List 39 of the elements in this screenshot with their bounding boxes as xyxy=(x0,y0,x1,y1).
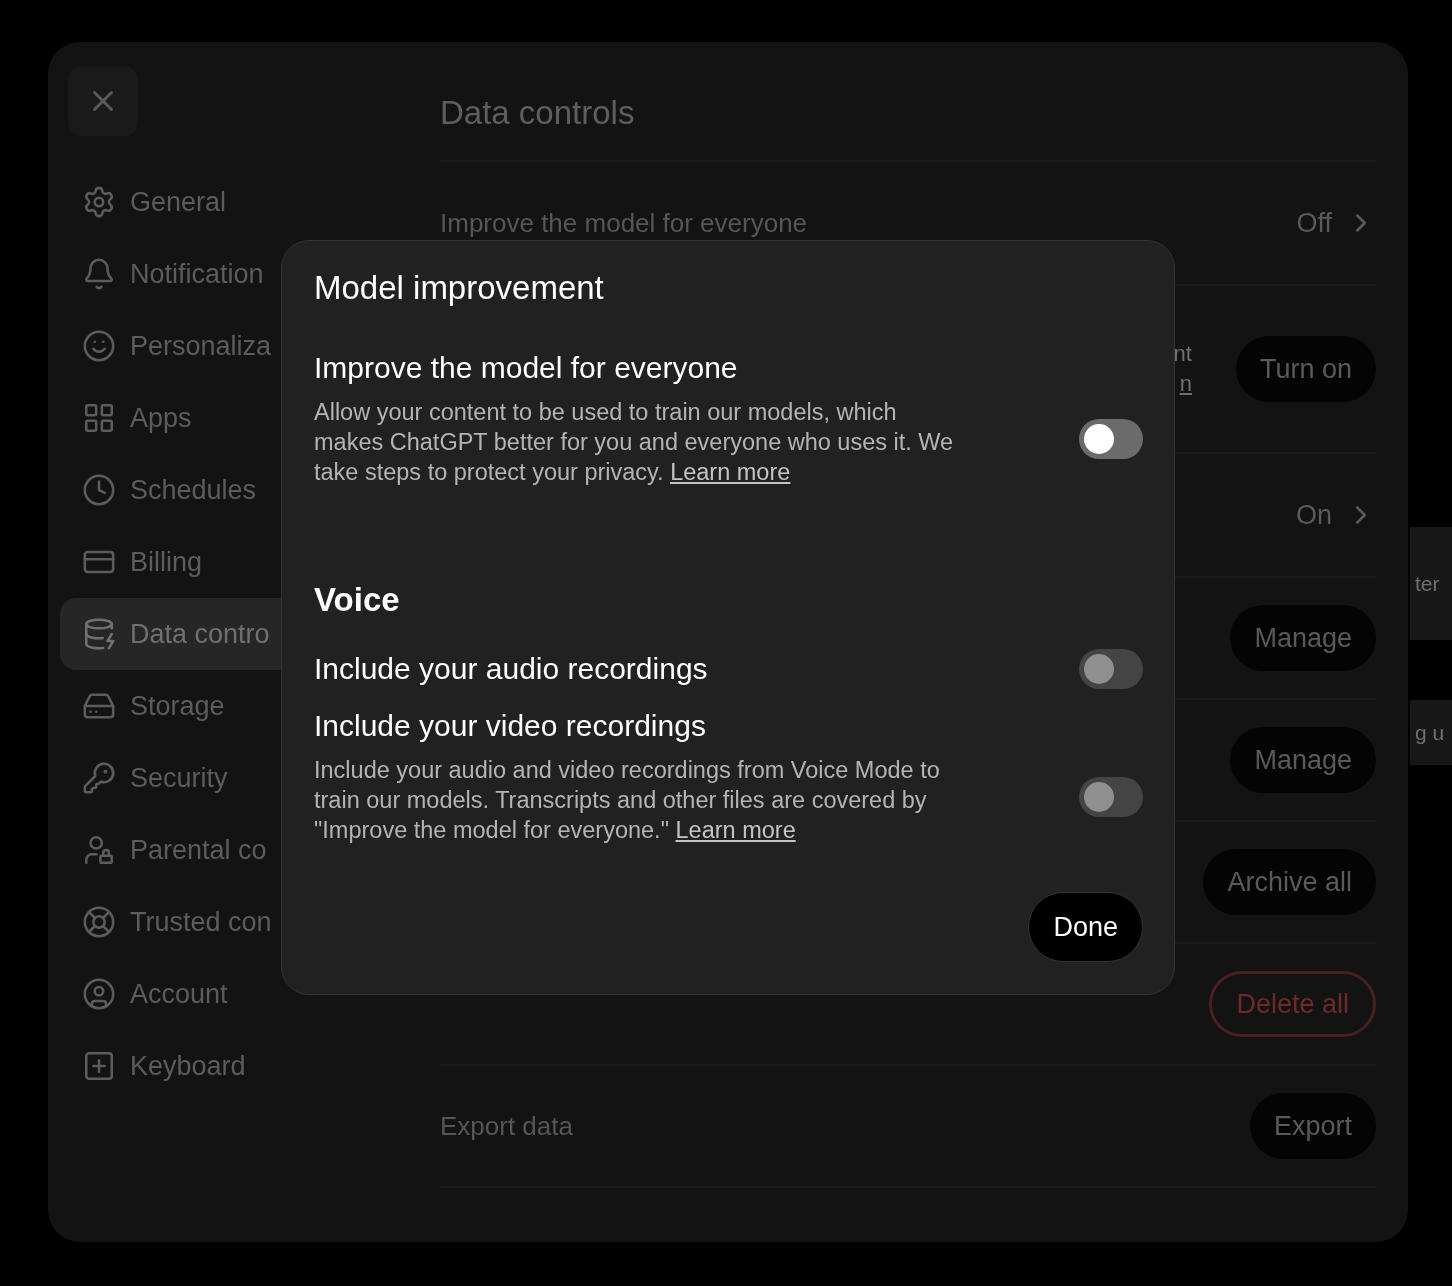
close-button[interactable] xyxy=(68,66,138,136)
sidebar-item[interactable]: Account xyxy=(60,958,440,1030)
delete-button[interactable]: Delete all xyxy=(1209,971,1376,1037)
action-button[interactable]: Export xyxy=(1249,1093,1376,1159)
lifebuoy-icon xyxy=(82,905,116,939)
setting-label: Include your video recordings xyxy=(314,709,707,743)
action-button[interactable]: Turn on xyxy=(1235,336,1376,402)
key-icon xyxy=(82,761,116,795)
action-button[interactable]: Archive all xyxy=(1203,849,1376,915)
learn-more-link[interactable]: Learn more xyxy=(670,459,791,485)
database-icon xyxy=(82,617,116,651)
user-lock-icon xyxy=(82,833,116,867)
setting-value: On xyxy=(1295,499,1332,531)
setting-label: Export data xyxy=(440,1110,573,1142)
action-button[interactable]: Manage xyxy=(1230,605,1376,671)
bell-icon xyxy=(82,257,116,291)
side-panel-text: g u xyxy=(1410,700,1452,765)
toggle-switch[interactable] xyxy=(1079,419,1143,459)
setting-description: n xyxy=(1179,370,1192,398)
setting-label: Improve the model for everyone xyxy=(440,207,808,239)
user-circle-icon xyxy=(82,977,116,1011)
done-button[interactable]: Done xyxy=(1028,892,1143,962)
setting-description: nt xyxy=(1173,340,1192,368)
gear-icon xyxy=(82,185,116,219)
setting-description: Include your audio and video recordings from Voice Mode to train our models. Transcripts and other files are covered by "Improve the model for everyone." Learn more xyxy=(314,756,941,845)
sidebar-item[interactable]: General xyxy=(60,166,440,238)
clock-icon xyxy=(82,473,116,507)
plus-square-icon xyxy=(82,1049,116,1083)
setting-label: Improve the model for everyone xyxy=(314,351,739,385)
side-panel-text: ter xyxy=(1410,527,1452,640)
sidebar-item[interactable]: Trusted con xyxy=(60,886,440,958)
sidebar-item[interactable]: Keyboard xyxy=(60,1030,440,1102)
action-button[interactable]: Manage xyxy=(1230,727,1376,793)
smiley-icon xyxy=(82,329,116,363)
setting-description: Allow your content to be used to train our models, which makes ChatGPT better for you and everyone who uses it. We take steps to protect your privacy. Learn more xyxy=(314,398,955,487)
page-title: Data controls xyxy=(440,66,1376,162)
grid-icon xyxy=(82,401,116,435)
setting-value: Off xyxy=(1296,207,1332,239)
dialog-title: Model improvement xyxy=(314,269,605,307)
